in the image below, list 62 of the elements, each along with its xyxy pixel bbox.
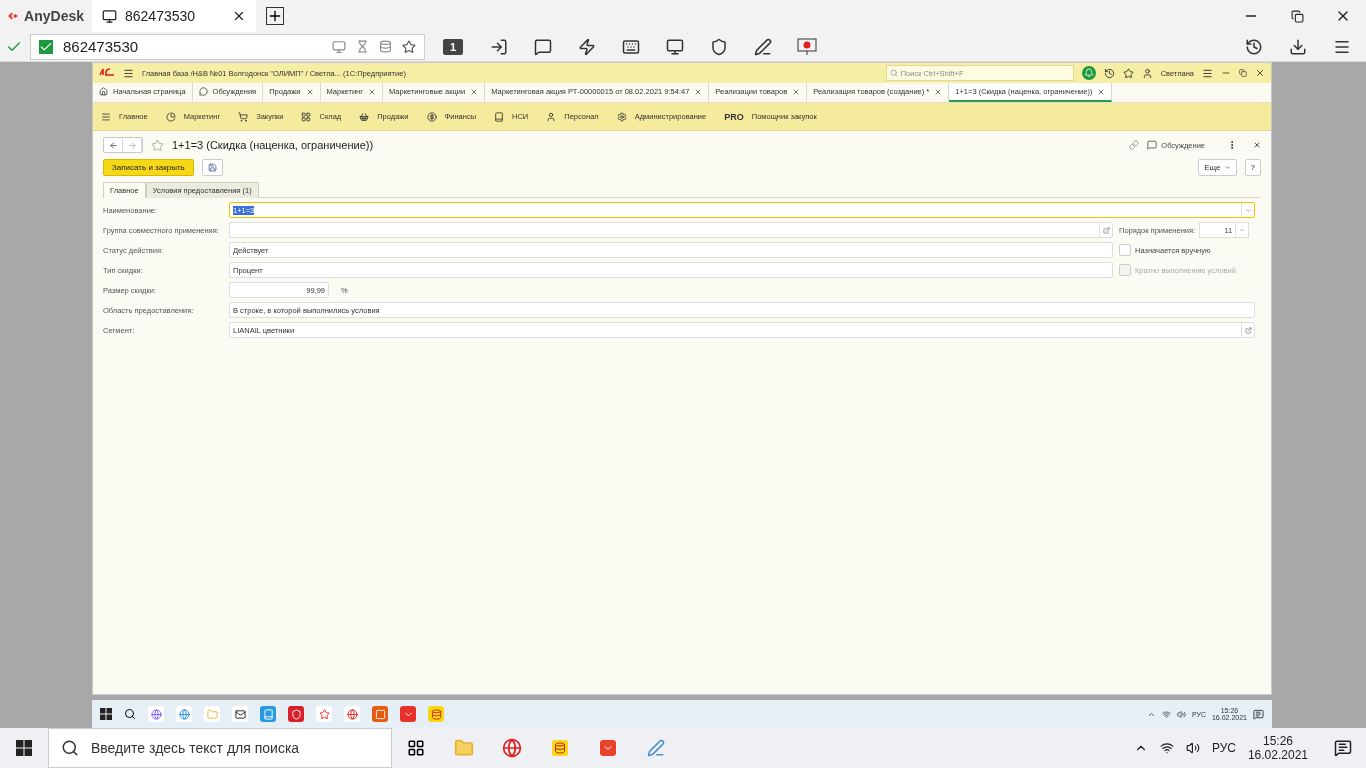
cart-icon [238,111,249,122]
hourglass-icon [356,40,369,53]
search-icon[interactable] [124,708,136,720]
notifications-icon[interactable] [1253,708,1264,720]
user-icon [546,111,557,122]
network-icon[interactable] [1159,741,1174,755]
help-button[interactable]: ? [1244,159,1261,176]
search-field[interactable]: Введите здесь текст для поиска [48,728,392,768]
app-icon[interactable] [232,706,248,722]
clock[interactable]: 15:26 16.02.2021 [1247,734,1308,762]
close-icon[interactable] [1255,68,1265,78]
star-icon[interactable] [402,39,416,54]
gear-icon [616,111,627,122]
form-title: 1+1=3 (Скидка (наценка, ограничение)) [172,139,374,151]
app-icon[interactable] [176,706,192,722]
chat-icon [1147,140,1158,150]
menu-icon [101,111,111,122]
status-icon [39,39,53,54]
menu-icon[interactable] [1202,67,1213,79]
app-icon[interactable] [428,706,444,722]
pie-chart-icon [165,111,176,122]
new-tab-icon[interactable] [266,7,284,25]
bell-icon[interactable] [1081,66,1096,80]
close-icon[interactable] [1253,141,1261,149]
basket-icon [359,111,370,122]
star-icon[interactable] [1122,67,1134,79]
grid-icon [301,111,312,122]
checkbox[interactable] [1119,244,1131,256]
menu-icon[interactable] [123,67,134,79]
close-icon[interactable] [232,9,246,23]
save-close-button[interactable]: Записать и закрыть [103,159,194,176]
book-icon [494,111,505,122]
app-icon[interactable] [344,706,360,722]
logo-icon [99,67,115,79]
user-icon[interactable] [1141,67,1153,79]
search-icon [61,739,79,757]
coin-icon [426,111,437,122]
chat-icon [198,87,208,96]
input-field[interactable] [229,222,1113,238]
monitor-button[interactable]: 1 [443,38,463,55]
app-icon[interactable] [288,706,304,722]
app-name: AnyDesk [24,8,84,24]
volume-icon[interactable] [1185,741,1200,755]
save-button[interactable] [201,159,223,176]
session-tab[interactable]: 862473530 [92,0,256,32]
star-icon[interactable] [151,138,164,152]
more-button[interactable]: Еще [1198,159,1237,176]
windows-icon[interactable] [100,708,112,720]
save-icon [207,163,217,172]
app-icon[interactable] [148,706,164,722]
display-icon [332,39,346,54]
app-icon[interactable] [316,706,332,722]
home-icon [99,87,108,96]
search-icon [889,69,898,77]
database-icon [379,40,392,53]
address-field[interactable]: 862473530 [30,33,425,60]
app-icon[interactable] [372,706,388,722]
caret-icon [1223,164,1231,171]
history-icon[interactable] [1103,67,1115,79]
monitor-icon [102,8,117,24]
language-label[interactable]: РУС [1211,741,1236,755]
notifications-icon[interactable] [1334,739,1352,757]
